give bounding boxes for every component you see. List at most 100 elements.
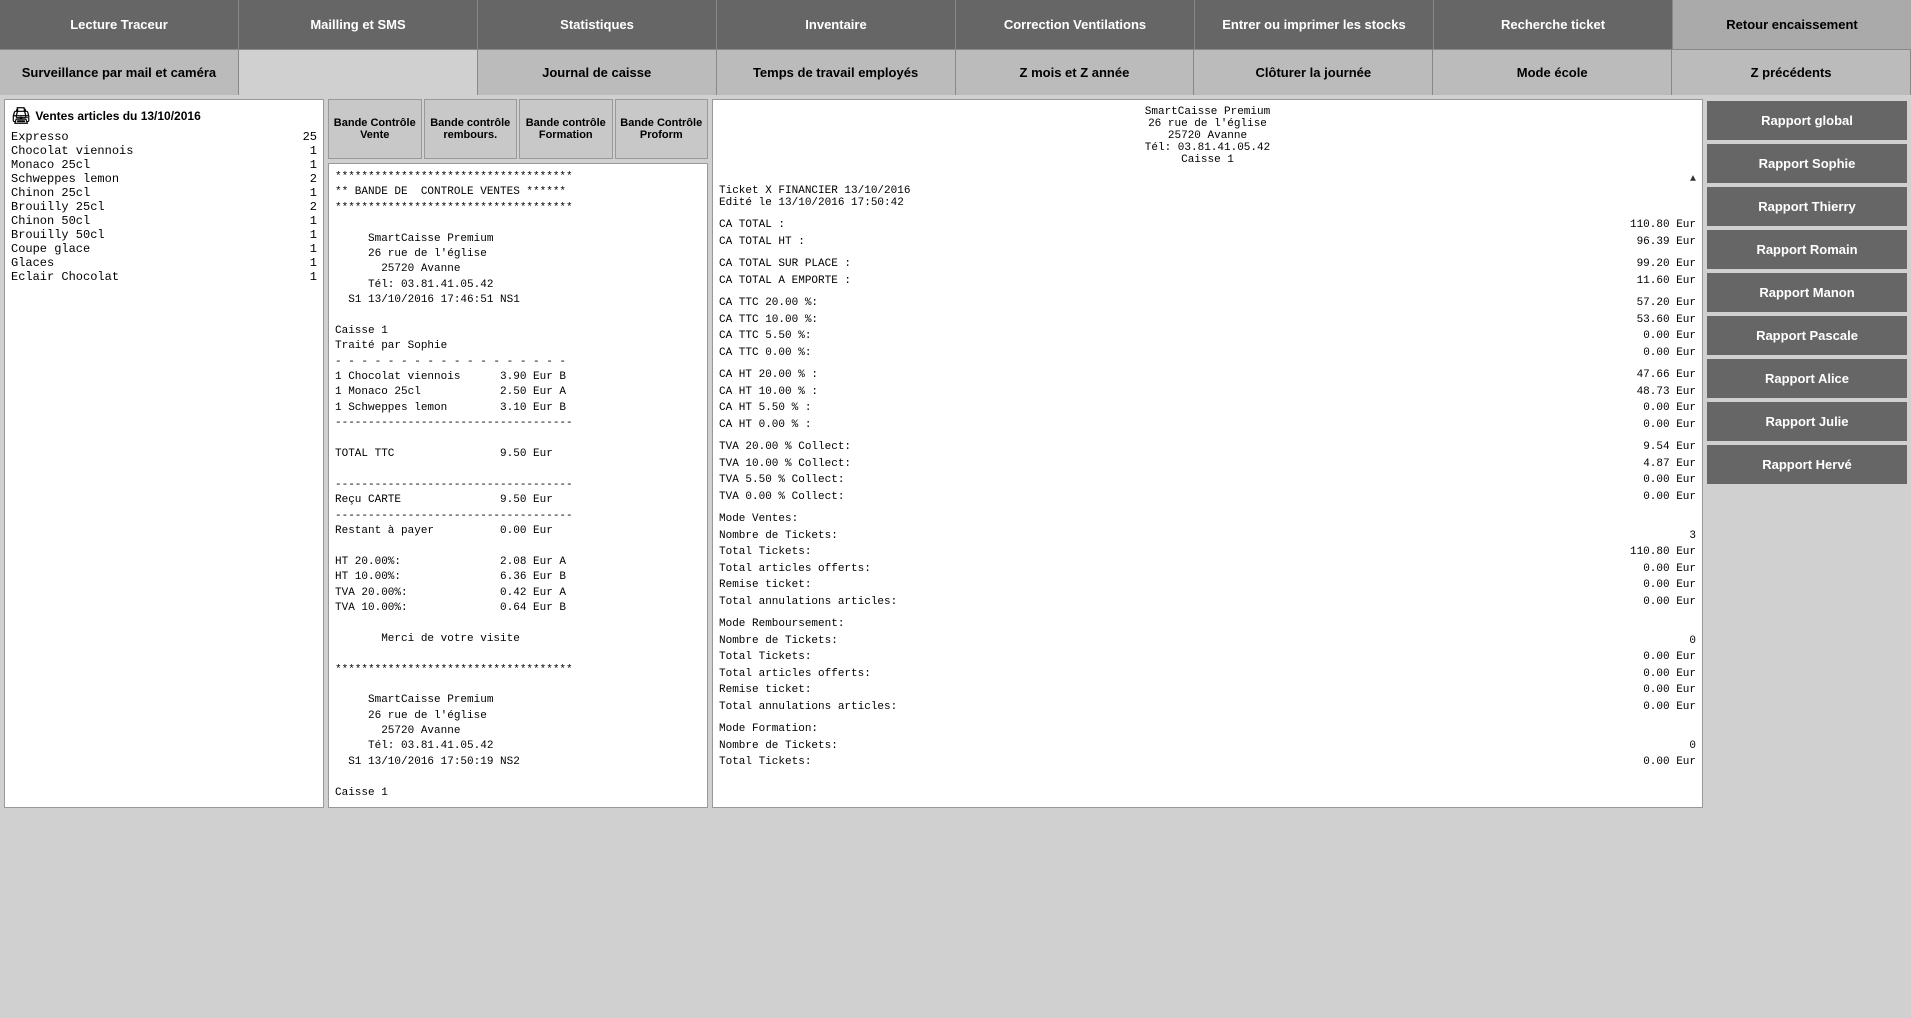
second-nav-item-6[interactable]: Mode école [1433, 50, 1672, 95]
receipt-content: ************************************** B… [329, 164, 707, 807]
receipt-line [335, 678, 701, 693]
z-ticket-line: CA TOTAL :110.80 Eur [719, 217, 1696, 234]
receipt-area[interactable]: ************************************** B… [328, 163, 708, 808]
z-line-value: 0.00 Eur [1616, 489, 1696, 506]
top-nav-item-0[interactable]: Lecture Traceur [0, 0, 239, 50]
z-line-label: TVA 20.00 % Collect: [719, 439, 1616, 456]
z-line-value: 11.60 Eur [1616, 273, 1696, 290]
z-line-label: Mode Ventes: [719, 511, 1616, 528]
z-line-value: 0.00 Eur [1616, 417, 1696, 434]
z-line-value: 4.87 Eur [1616, 456, 1696, 473]
z-ticket-line: CA TOTAL A EMPORTE :11.60 Eur [719, 273, 1696, 290]
item-name: Brouilly 50cl [11, 228, 287, 242]
z-line-value: 0.00 Eur [1616, 400, 1696, 417]
z-header-line: SmartCaisse Premium [719, 106, 1696, 118]
rapport-julie-button[interactable]: Rapport Julie [1707, 402, 1907, 441]
item-qty: 25 [287, 130, 317, 144]
z-ticket-line: TVA 10.00 % Collect:4.87 Eur [719, 456, 1696, 473]
rapport-pascale-button[interactable]: Rapport Pascale [1707, 316, 1907, 355]
z-line-value: 0.00 Eur [1616, 328, 1696, 345]
z-scroll-indicator: ▲ [719, 174, 1696, 185]
sales-item: Eclair Chocolat1 [11, 270, 317, 284]
z-ticket-line: Total Tickets:0.00 Eur [719, 754, 1696, 771]
top-nav-item-3[interactable]: Inventaire [717, 0, 956, 50]
z-line-value: 0.00 Eur [1616, 699, 1696, 716]
z-line-label: CA TTC 10.00 %: [719, 312, 1616, 329]
z-header-line: 26 rue de l'église [719, 118, 1696, 130]
z-line-value: 110.80 Eur [1616, 217, 1696, 234]
z-line-value: 96.39 Eur [1616, 234, 1696, 251]
z-line-value: 0.00 Eur [1616, 666, 1696, 683]
z-line-label: CA HT 5.50 % : [719, 400, 1616, 417]
bande-btn-1[interactable]: Bande contrôle rembours. [424, 99, 518, 159]
second-nav-item-0[interactable]: Surveillance par mail et caméra [0, 50, 239, 95]
receipt-line: ************************************ [335, 201, 701, 216]
rapport-herve-button[interactable]: Rapport Hervé [1707, 445, 1907, 484]
z-ticket-line: CA TTC 0.00 %:0.00 Eur [719, 345, 1696, 362]
top-nav-item-6[interactable]: Recherche ticket [1434, 0, 1673, 50]
z-ticket-line: CA HT 5.50 % :0.00 Eur [719, 400, 1696, 417]
z-line-value: 0.00 Eur [1616, 682, 1696, 699]
z-ticket-header: SmartCaisse Premium26 rue de l'église257… [719, 106, 1696, 771]
item-name: Coupe glace [11, 242, 287, 256]
receipt-line: 26 rue de l'église [335, 247, 701, 262]
z-line-value: 3 [1616, 528, 1696, 545]
receipt-line [335, 539, 701, 554]
z-line-label: CA TTC 5.50 %: [719, 328, 1616, 345]
bande-btn-2[interactable]: Bande contrôle Formation [519, 99, 613, 159]
z-line-label: Total Tickets: [719, 754, 1616, 771]
bande-btn-0[interactable]: Bande Contrôle Vente [328, 99, 422, 159]
sales-item: Chocolat viennois1 [11, 144, 317, 158]
receipt-line: TVA 20.00%: 0.42 Eur A [335, 586, 701, 601]
rapport-alice-button[interactable]: Rapport Alice [1707, 359, 1907, 398]
second-nav-item-2[interactable]: Journal de caisse [478, 50, 717, 95]
item-qty: 1 [287, 144, 317, 158]
top-nav-item-4[interactable]: Correction Ventilations [956, 0, 1195, 50]
z-ticket-title-line2: Edité le 13/10/2016 17:50:42 [719, 197, 1696, 209]
rapport-romain-button[interactable]: Rapport Romain [1707, 230, 1907, 269]
top-nav-item-7[interactable]: Retour encaissement [1673, 0, 1911, 50]
rapport-manon-button[interactable]: Rapport Manon [1707, 273, 1907, 312]
z-ticket-line: CA TOTAL SUR PLACE :99.20 Eur [719, 256, 1696, 273]
bande-btn-3[interactable]: Bande Contrôle Proform [615, 99, 709, 159]
item-name: Glaces [11, 256, 287, 270]
second-navigation: Surveillance par mail et caméra Journal d… [0, 50, 1911, 95]
z-ticket-panel[interactable]: SmartCaisse Premium26 rue de l'église257… [712, 99, 1703, 808]
bande-controls: Bande Contrôle VenteBande contrôle rembo… [328, 99, 708, 159]
top-nav-item-2[interactable]: Statistiques [478, 0, 717, 50]
rapport-sophie-button[interactable]: Rapport Sophie [1707, 144, 1907, 183]
item-name: Schweppes lemon [11, 172, 287, 186]
z-line-label: Remise ticket: [719, 577, 1616, 594]
z-line-label: Nombre de Tickets: [719, 738, 1616, 755]
z-line-label: CA HT 10.00 % : [719, 384, 1616, 401]
z-ticket-line: Mode Ventes: [719, 511, 1696, 528]
z-line-label: Total articles offerts: [719, 561, 1616, 578]
z-line-label: TVA 0.00 % Collect: [719, 489, 1616, 506]
second-nav-item-4[interactable]: Z mois et Z année [956, 50, 1195, 95]
z-line-value [1616, 721, 1696, 738]
z-ticket-line: Mode Formation: [719, 721, 1696, 738]
z-line-value: 0 [1616, 738, 1696, 755]
z-line-label: Total Tickets: [719, 544, 1616, 561]
z-ticket-line: Mode Remboursement: [719, 616, 1696, 633]
z-line-label: CA TOTAL : [719, 217, 1616, 234]
receipt-line: ************************************ [335, 170, 701, 185]
receipt-line: 26 rue de l'église [335, 709, 701, 724]
second-nav-item-7[interactable]: Z précédents [1672, 50, 1911, 95]
item-qty: 1 [287, 228, 317, 242]
item-qty: 2 [287, 200, 317, 214]
top-nav-item-1[interactable]: Mailling et SMS [239, 0, 478, 50]
receipt-line: 25720 Avanne [335, 262, 701, 277]
rapport-thierry-button[interactable]: Rapport Thierry [1707, 187, 1907, 226]
z-line-value: 0.00 Eur [1616, 754, 1696, 771]
top-nav-item-5[interactable]: Entrer ou imprimer les stocks [1195, 0, 1434, 50]
second-nav-item-3[interactable]: Temps de travail employés [717, 50, 956, 95]
sales-list-panel: 🖨 Ventes articles du 13/10/2016 Expresso… [4, 99, 324, 808]
rapport-global-button[interactable]: Rapport global [1707, 101, 1907, 140]
z-line-value [1616, 616, 1696, 633]
sales-item: Chinon 25cl1 [11, 186, 317, 200]
z-ticket-line: CA TTC 20.00 %:57.20 Eur [719, 295, 1696, 312]
z-header-line: Caisse 1 [719, 154, 1696, 166]
second-nav-item-5[interactable]: Clôturer la journée [1194, 50, 1433, 95]
z-line-value: 99.20 Eur [1616, 256, 1696, 273]
